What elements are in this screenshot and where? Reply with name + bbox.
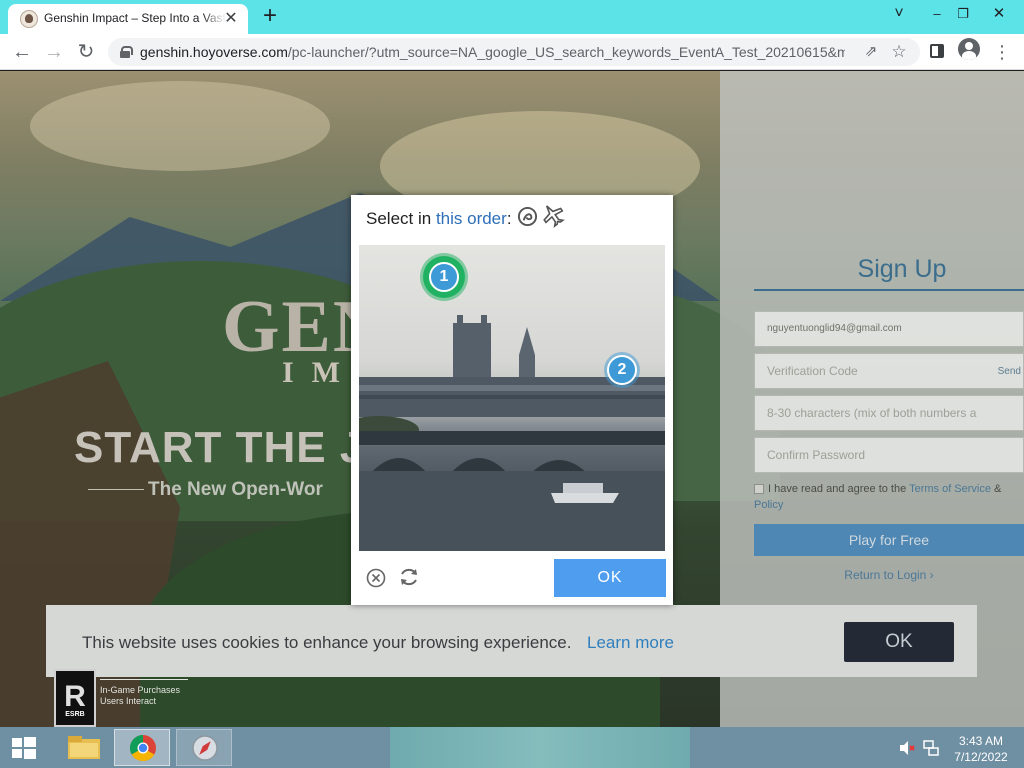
windows-start-icon[interactable] — [6, 733, 40, 763]
password-field[interactable]: 8-30 characters (mix of both numbers a — [754, 395, 1024, 431]
return-to-login-link[interactable]: Return to Login › — [754, 568, 1024, 582]
safari-taskbar-button[interactable] — [176, 729, 232, 766]
system-clock[interactable]: 3:43 AM 7/12/2022 — [948, 733, 1014, 765]
lighthouse-swirl-icon — [517, 206, 538, 227]
bookmark-star-icon[interactable]: ☆ — [889, 42, 909, 62]
active-tab[interactable]: Genshin Impact – Step Into a Vast Magica… — [8, 4, 248, 34]
tab-close-icon[interactable]: ✕ — [222, 10, 240, 28]
this-order-link[interactable]: this order — [436, 209, 507, 228]
esrb-note-rule — [100, 679, 188, 680]
verification-placeholder: Verification Code — [767, 364, 858, 378]
lock-icon[interactable] — [120, 46, 133, 58]
windows-taskbar: 3:43 AM 7/12/2022 — [0, 727, 1024, 768]
westminster-photo — [359, 315, 665, 551]
tab-strip: Genshin Impact – Step Into a Vast Magica… — [0, 0, 1024, 34]
tab-title: Genshin Impact – Step Into a Vast Magica… — [44, 11, 226, 25]
volume-muted-icon[interactable] — [898, 739, 916, 757]
profile-avatar-icon[interactable] — [958, 38, 980, 60]
reload-button[interactable]: ↻ — [72, 38, 100, 66]
agree-text: I have read and agree to the Terms of Se… — [768, 483, 1002, 495]
signup-title: Sign Up — [857, 255, 947, 283]
esrb-rating-badge: R — [54, 669, 96, 727]
captcha-image[interactable]: 1 2 — [359, 245, 665, 551]
captcha-dialog: Select in this order: 1 2 OK — [351, 195, 673, 605]
cookie-learn-more-link[interactable]: Learn more — [587, 633, 674, 653]
restore-button[interactable]: ❐ — [946, 0, 980, 28]
send-code-button[interactable]: Send — [998, 366, 1021, 377]
captcha-ok-button[interactable]: OK — [554, 559, 666, 597]
esrb-notes: In-Game Purchases Users Interact — [100, 685, 181, 706]
play-for-free-button[interactable]: Play for Free — [754, 524, 1024, 556]
cookie-message: This website uses cookies to enhance you… — [82, 633, 572, 652]
genshin-logo-subline: IM — [282, 356, 358, 389]
back-button[interactable]: ← — [8, 38, 36, 66]
cookie-ok-button[interactable]: OK — [844, 622, 954, 662]
forward-button[interactable]: → — [40, 38, 68, 66]
address-bar[interactable]: genshin.hoyoverse.com/pc-launcher/?utm_s… — [108, 38, 920, 66]
url-text[interactable]: genshin.hoyoverse.com/pc-launcher/?utm_s… — [140, 44, 845, 60]
agree-checkbox[interactable] — [754, 484, 764, 494]
email-value: nguyentuonglid94@gmail.com — [767, 323, 902, 334]
browser-toolbar: ← → ↻ genshin.hoyoverse.com/pc-launcher/… — [0, 34, 1024, 70]
new-tab-button[interactable]: + — [256, 4, 284, 30]
privacy-policy-link[interactable]: Policy — [754, 499, 783, 511]
captcha-refresh-icon[interactable] — [398, 566, 420, 588]
confirm-password-field[interactable]: Confirm Password — [754, 437, 1024, 473]
network-icon[interactable] — [922, 739, 940, 757]
cookie-banner: This website uses cookies to enhance you… — [46, 605, 977, 677]
email-field[interactable]: nguyentuonglid94@gmail.com — [754, 311, 1024, 347]
clock-date: 7/12/2022 — [954, 750, 1008, 764]
confirm-password-placeholder: Confirm Password — [767, 448, 866, 462]
hero-subtitle: The New Open-Wor — [148, 479, 323, 500]
clock-time: 3:43 AM — [958, 734, 1004, 748]
captcha-prompt: Select in this order: — [366, 209, 512, 228]
chrome-icon — [129, 734, 156, 762]
share-icon[interactable]: ⇗ — [861, 42, 881, 62]
hero-subtitle-rule — [88, 489, 144, 490]
chrome-taskbar-button[interactable] — [114, 729, 170, 766]
esrb-label: ESRB — [65, 711, 85, 718]
genshin-favicon-icon — [20, 10, 38, 28]
safari-compass-icon — [192, 735, 218, 761]
click-marker-1[interactable]: 1 — [429, 262, 459, 292]
wallpaper-strip — [390, 727, 690, 768]
terms-of-service-link[interactable]: Terms of Service — [909, 483, 991, 495]
background-cloud — [30, 81, 330, 171]
window-close-button[interactable]: ✕ — [982, 0, 1016, 28]
password-placeholder: 8-30 characters (mix of both numbers a — [767, 406, 977, 420]
side-panel-icon[interactable] — [930, 44, 944, 58]
captcha-close-icon[interactable] — [366, 568, 386, 588]
hero-title: START THE J — [74, 423, 366, 472]
file-explorer-icon[interactable] — [56, 729, 112, 766]
airplane-icon — [543, 205, 565, 228]
signup-title-underline — [754, 289, 1024, 291]
chrome-menu-icon[interactable]: ⋮ — [988, 38, 1016, 66]
verification-code-field[interactable]: Verification Code Send — [754, 353, 1024, 389]
click-marker-2[interactable]: 2 — [607, 355, 637, 385]
tab-search-chevron-icon[interactable]: ˅ — [882, 0, 916, 28]
